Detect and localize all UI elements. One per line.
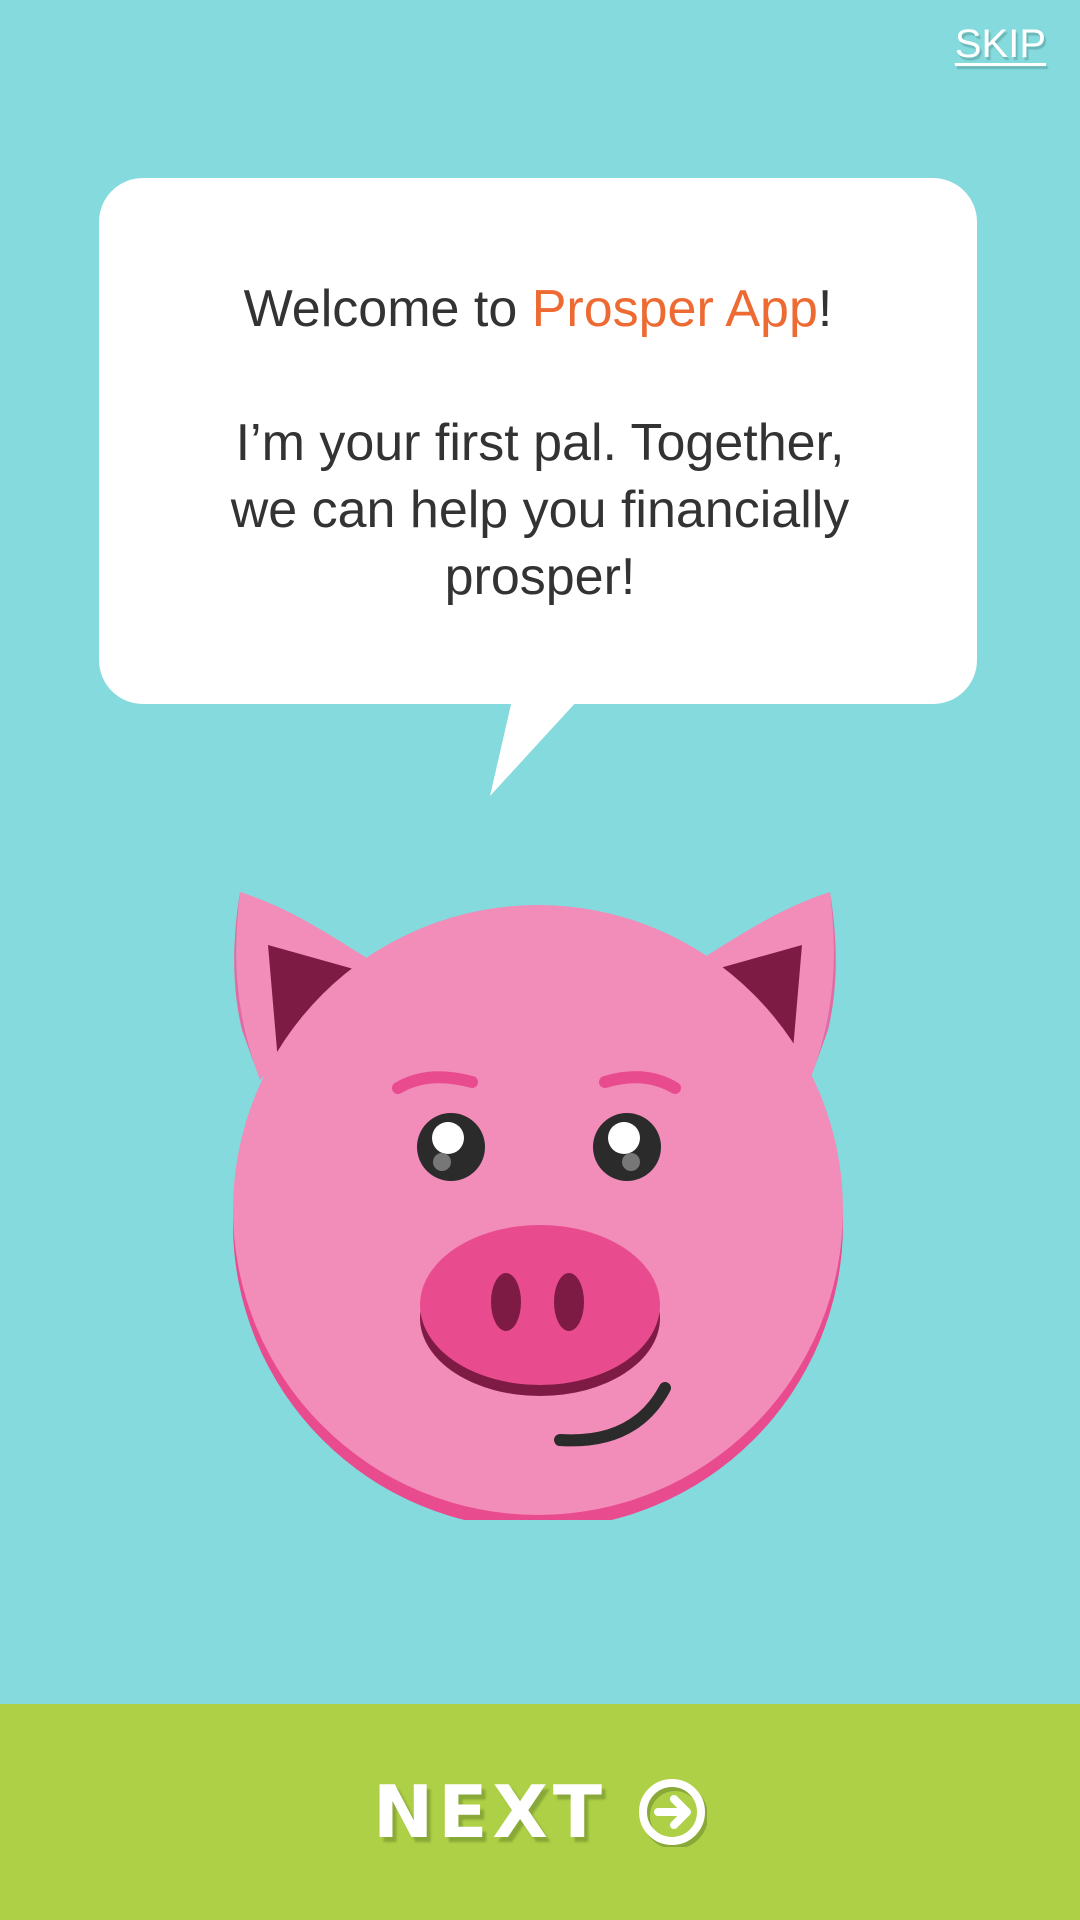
welcome-message-line: I’m your first pal. Together,: [235, 414, 845, 472]
pig-mascot-icon: [233, 892, 843, 1520]
welcome-prefix: Welcome to: [243, 280, 532, 338]
welcome-message-line: prosper!: [444, 548, 636, 606]
next-label: NEXT: [372, 1770, 608, 1854]
welcome-message-line: we can help you financially: [230, 481, 850, 539]
welcome-suffix: !: [817, 280, 833, 338]
next-button[interactable]: NEXT: [0, 1704, 1080, 1920]
arrow-right-circle-icon: [639, 1779, 708, 1847]
skip-link[interactable]: SKIP: [955, 22, 1046, 67]
welcome-message: I’m your first pal. Together, we can hel…: [180, 410, 900, 611]
welcome-heading: Welcome to Prosper App!: [99, 276, 977, 343]
speech-bubble-tail: [490, 700, 578, 796]
brand-name: Prosper App: [531, 280, 818, 338]
